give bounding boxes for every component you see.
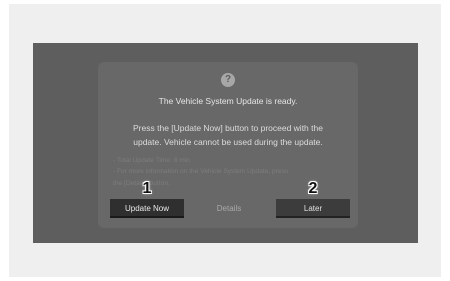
dialog-message-line-2: update. Vehicle cannot be used during th… (133, 137, 323, 147)
note-update-time: - Total Update Time: 8 min (113, 157, 190, 164)
note-more-info-line-1: - For more information on the Vehicle Sy… (113, 168, 289, 175)
dialog-title: The Vehicle System Update is ready. (158, 96, 298, 106)
later-button[interactable]: Later (276, 199, 350, 218)
callout-number-2: 2 (308, 180, 318, 197)
dialog-message-line-1: Press the [Update Now] button to proceed… (133, 123, 323, 133)
details-button[interactable]: Details (188, 199, 270, 218)
callout-number-1: 1 (142, 180, 152, 197)
update-now-button[interactable]: Update Now (110, 199, 184, 218)
help-icon: ? (221, 73, 235, 87)
